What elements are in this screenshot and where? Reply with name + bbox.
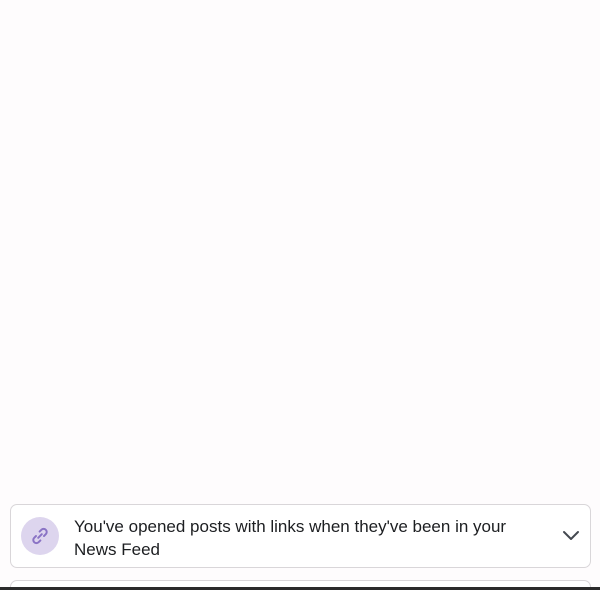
chevron-down-icon[interactable] xyxy=(562,529,580,543)
activity-item-text: You've opened posts with links when they… xyxy=(74,517,507,559)
activity-item-card[interactable]: You've opened posts with links when they… xyxy=(10,504,591,568)
link-icon xyxy=(21,517,59,555)
page: You've opened posts with links when they… xyxy=(0,0,600,590)
